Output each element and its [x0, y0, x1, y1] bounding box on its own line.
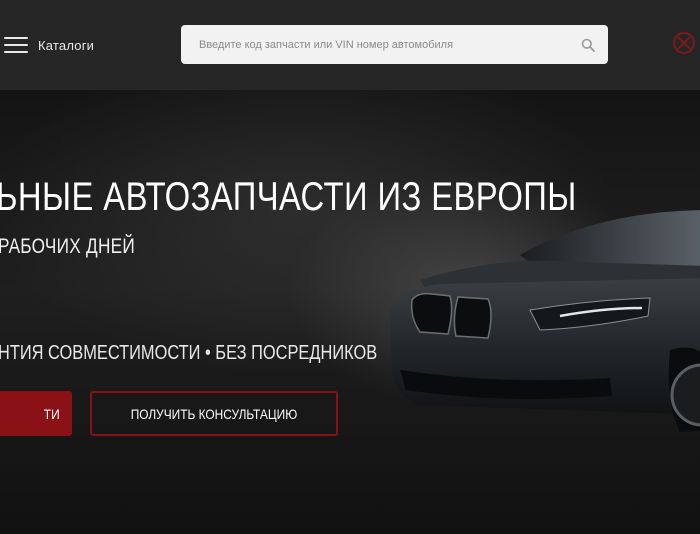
- hero-subtitle: РАБОЧИХ ДНЕЙ: [0, 235, 135, 258]
- menu-icon: [4, 37, 28, 53]
- search-bar: [181, 25, 608, 64]
- hero-banner: ЬНЫЕ АВТОЗАПЧАСТИ ИЗ ЕВРОПЫ РАБОЧИХ ДНЕЙ…: [0, 90, 700, 534]
- catalog-menu-button[interactable]: Каталоги: [4, 34, 104, 56]
- consultation-button[interactable]: ПОЛУЧИТЬ КОНСУЛЬТАЦИЮ: [90, 391, 338, 436]
- primary-cta-button[interactable]: ТИ: [0, 391, 72, 436]
- primary-cta-label: ТИ: [44, 405, 60, 422]
- car-image: [390, 210, 700, 432]
- hero-features: НТИЯ СОВМЕСТИМОСТИ • БЕЗ ПОСРЕДНИКОВ: [0, 342, 378, 364]
- search-input[interactable]: [181, 25, 568, 64]
- hero-title: ЬНЫЕ АВТОЗАПЧАСТИ ИЗ ЕВРОПЫ: [0, 175, 577, 219]
- consultation-button-label: ПОЛУЧИТЬ КОНСУЛЬТАЦИЮ: [130, 405, 298, 422]
- brand-mark-icon[interactable]: [671, 30, 697, 56]
- search-icon[interactable]: [568, 25, 608, 64]
- site-header: Каталоги: [0, 0, 700, 90]
- catalog-menu-label: Каталоги: [38, 37, 95, 53]
